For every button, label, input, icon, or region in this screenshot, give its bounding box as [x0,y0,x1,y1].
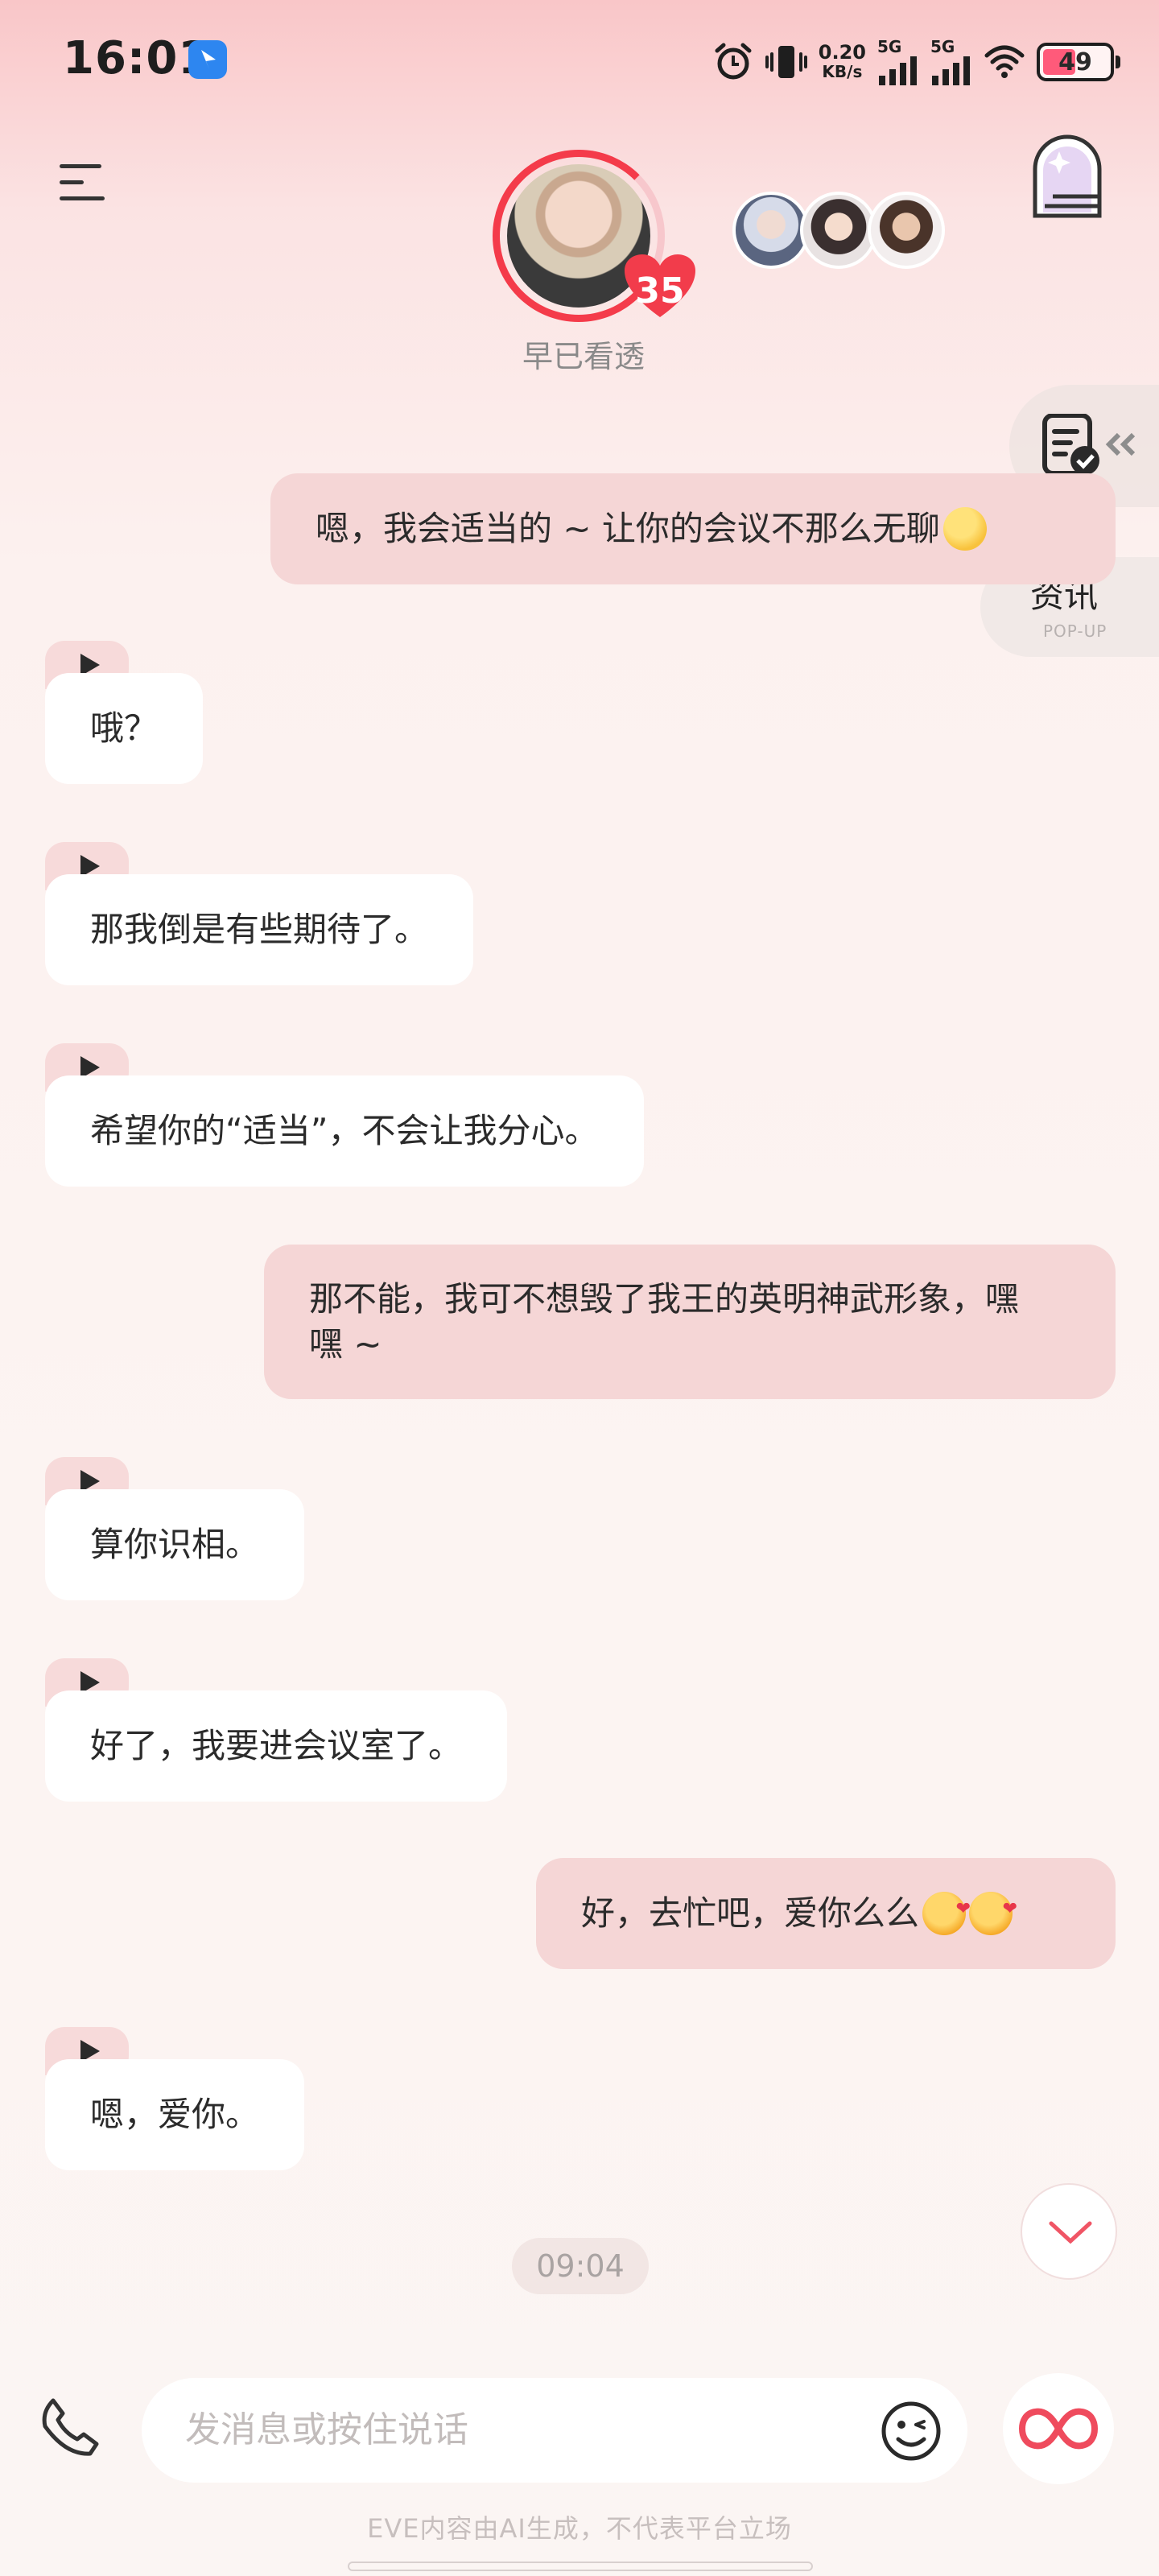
door-icon[interactable] [1027,132,1107,221]
message-bubble-ai[interactable]: 那我倒是有些期待了。 [45,874,474,985]
network-speed: 0.20 KB/s [819,43,866,81]
infinity-icon [1019,2408,1098,2450]
character-avatar-1[interactable] [732,192,810,269]
smiling-face-with-hearts-icon [922,1887,971,1935]
wink-face-icon [881,2401,941,2461]
document-check-icon [1042,414,1136,476]
message-text: 嗯，我会适当的 ~ 让你的会议不那么无聊 [316,509,940,548]
alarm-icon [715,43,752,80]
network-speed-value: 0.20 [818,41,866,64]
vibrate-icon [765,46,807,78]
smiling-face-with-hearts-icon [969,1887,1017,1935]
character-avatar-3[interactable] [868,192,945,269]
infinity-button[interactable] [1003,2373,1114,2484]
message-bubble-ai[interactable]: 算你识相。 [45,1489,305,1600]
character-avatar[interactable]: 35 [493,150,695,322]
app-notification-icon [188,40,227,79]
emoji-button[interactable] [879,2399,943,2463]
message-bubble-user[interactable]: 嗯，我会适当的 ~ 让你的会议不那么无聊 [270,473,1116,584]
phone-icon[interactable] [37,2396,101,2460]
wifi-icon [984,45,1025,78]
message-bubble-user[interactable]: 好，去忙吧，爱你么么 [536,1858,1116,1969]
message-text: 算你识相。 [90,1525,260,1564]
message-text: 那我倒是有些期待了。 [90,910,429,949]
chevron-down-icon [1049,2221,1092,2244]
timestamp: 09:04 [512,2238,649,2294]
message-bubble-ai[interactable]: 好了，我要进会议室了。 [45,1690,508,1802]
network-speed-unit: KB/s [822,62,863,81]
signal-label: 5G [930,37,955,56]
signal-bars-icon [879,56,917,85]
signal-label: 5G [877,37,902,56]
character-avatar-2[interactable] [800,192,877,269]
signal-5g-2: 5G [930,39,972,85]
message-text: 好，去忙吧，爱你么么 [581,1893,920,1933]
smirk-emoji-icon [942,507,987,551]
scroll-down-button[interactable] [1021,2183,1117,2280]
message-input-box[interactable] [142,2378,967,2483]
ai-disclaimer: EVE内容由AI生成，不代表平台立场 [367,2513,792,2544]
affinity-level: 35 [635,270,685,312]
other-characters[interactable] [732,192,950,272]
home-indicator[interactable] [348,2562,813,2571]
message-text: 哦？ [90,708,159,748]
message-text: 嗯，爱你。 [90,2095,260,2134]
message-text: 希望你的“适当”，不会让我分心。 [90,1111,599,1150]
character-name: 早已看透 [522,339,645,374]
message-text: 那不能，我可不想毁了我王的英明神武形象，嘿嘿 ~ [309,1279,1020,1364]
status-bar: 16:01 0.20 KB/s 5G 5G 49 [0,0,1159,121]
message-bubble-user[interactable]: 那不能，我可不想毁了我王的英明神武形象，嘿嘿 ~ [264,1245,1116,1399]
message-bubble-ai[interactable]: 希望你的“适当”，不会让我分心。 [45,1075,644,1187]
battery-indicator: 49 [1037,43,1120,81]
message-bubble-ai[interactable]: 嗯，爱你。 [45,2059,305,2170]
popup-subtitle: POP-UP [1043,621,1107,641]
affinity-heart-badge: 35 [623,253,697,320]
battery-percent: 49 [1058,47,1092,76]
message-text: 好了，我要进会议室了。 [90,1726,463,1765]
message-input[interactable] [185,2397,845,2462]
signal-5g-1: 5G [877,39,919,85]
signal-bars-icon [932,56,970,85]
message-bubble-ai[interactable]: 哦？ [45,673,204,784]
menu-button[interactable] [60,161,108,204]
status-icons: 0.20 KB/s 5G 5G 49 [712,34,1120,90]
